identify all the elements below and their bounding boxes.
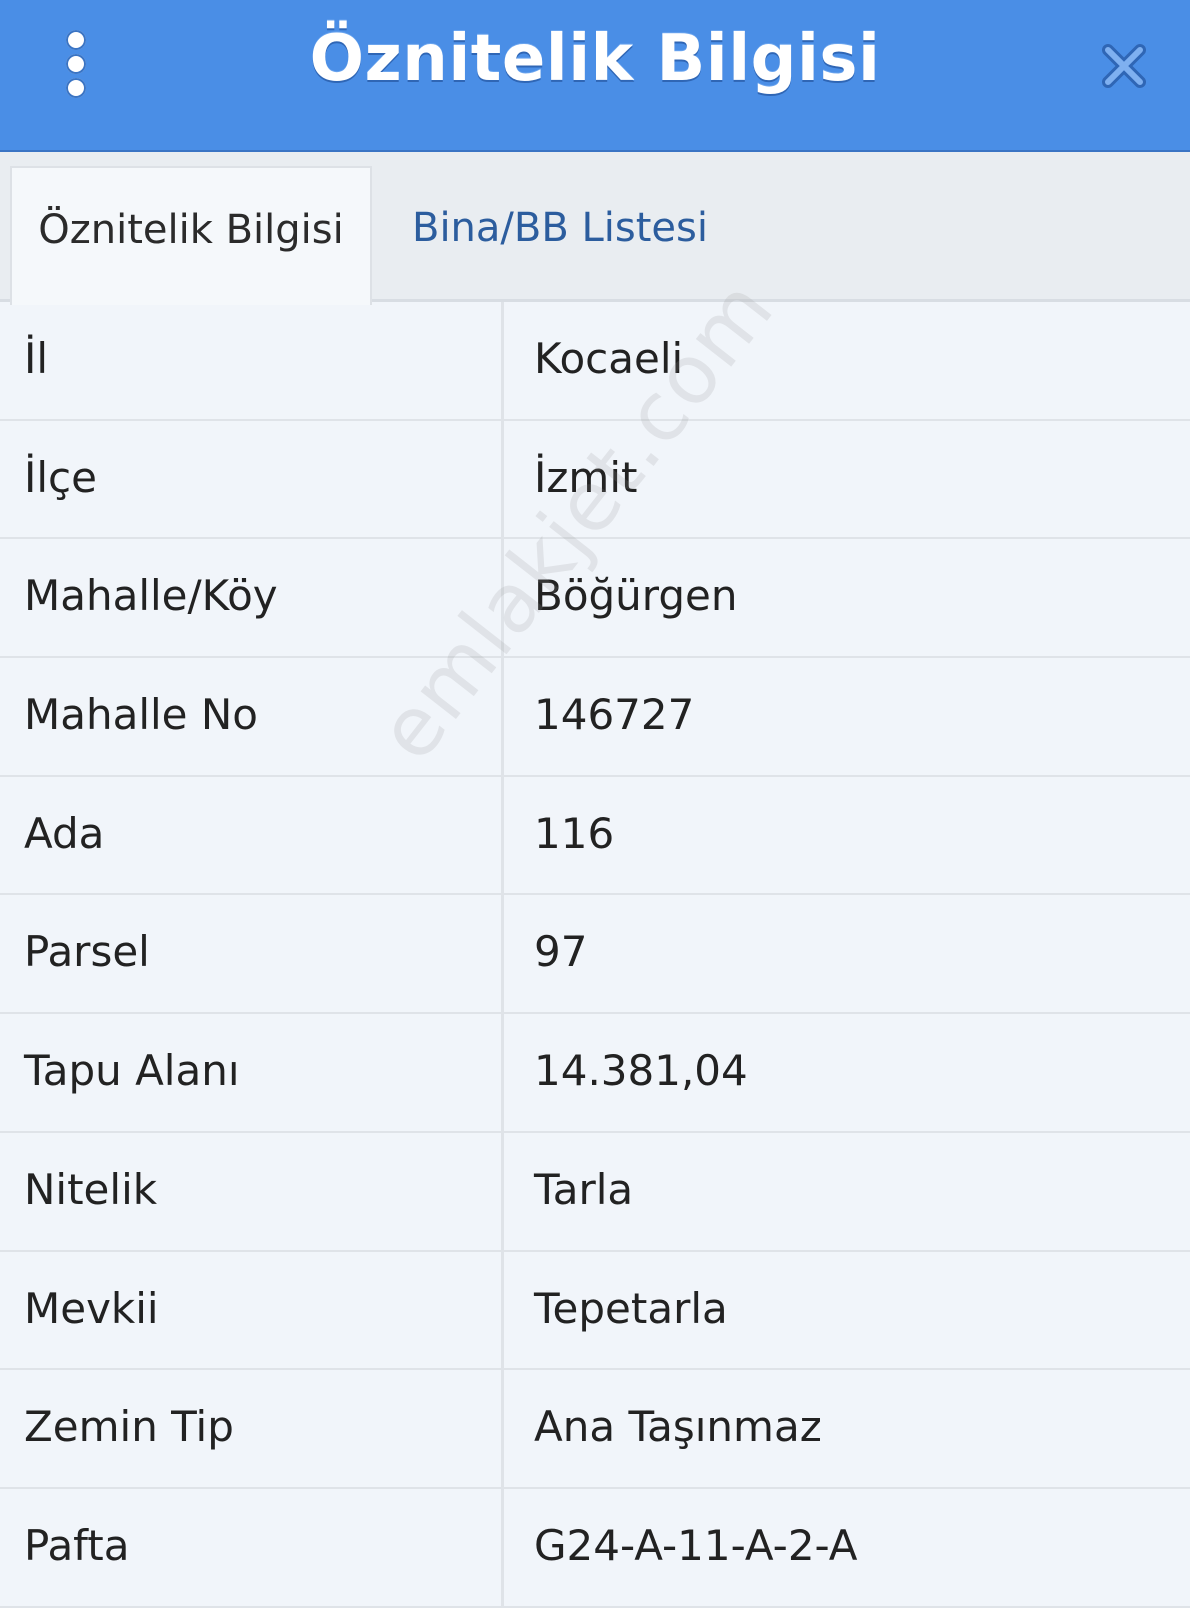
table-row: Tapu Alanı 14.381,04 (0, 1014, 1190, 1133)
row-value: 14.381,04 (534, 1046, 748, 1096)
row-key: Ada (0, 776, 504, 894)
tab-bar: Öznitelik Bilgisi Bina/BB Listesi (0, 152, 1190, 305)
table-row: Mevkii Tepetarla (0, 1251, 1190, 1371)
row-key: Mevkii (0, 1251, 504, 1369)
row-key: Mahalle/Köy (0, 539, 504, 657)
row-value: Ana Taşınmaz (534, 1402, 822, 1452)
table-row: Parsel 97 (0, 895, 1190, 1015)
row-key: İl (0, 302, 504, 419)
attribute-table: İl Kocaeli İlçe İzmit Mahalle/Köy Böğürg… (0, 302, 1190, 1608)
row-value: Kocaeli (534, 334, 684, 383)
row-key: Nitelik (0, 1132, 504, 1250)
row-value: 116 (534, 808, 615, 858)
row-key: Zemin Tip (0, 1370, 504, 1487)
table-row: İl Kocaeli (0, 302, 1190, 421)
row-value: G24-A-11-A-2-A (534, 1520, 858, 1570)
row-value: Tarla (534, 1164, 634, 1214)
table-row: Ada 116 (0, 776, 1190, 896)
row-value: İzmit (534, 452, 638, 502)
row-key: Mahalle No (0, 658, 504, 775)
row-value: 97 (534, 927, 588, 977)
tab-oznitelik-bilgisi[interactable]: Öznitelik Bilgisi (10, 166, 372, 305)
table-row: Mahalle/Köy Böğürgen (0, 539, 1190, 659)
table-row: Mahalle No 146727 (0, 658, 1190, 777)
table-row: Nitelik Tarla (0, 1132, 1190, 1252)
row-key: Tapu Alanı (0, 1014, 504, 1131)
tab-bina-bb-listesi[interactable]: Bina/BB Listesi (412, 166, 772, 302)
row-key: Parsel (0, 895, 504, 1013)
row-value: Tepetarla (534, 1283, 728, 1333)
row-value: Böğürgen (534, 571, 738, 621)
row-value: 146727 (534, 690, 695, 740)
row-key: İlçe (0, 420, 504, 538)
row-key: Pafta (0, 1488, 504, 1606)
table-row: Pafta G24-A-11-A-2-A (0, 1488, 1190, 1608)
dialog-title: Öznitelik Bilgisi (309, 22, 881, 96)
table-row: Zemin Tip Ana Taşınmaz (0, 1370, 1190, 1489)
dialog-header: Öznitelik Bilgisi (0, 0, 1190, 152)
close-icon[interactable] (1100, 42, 1148, 90)
table-row: İlçe İzmit (0, 420, 1190, 540)
